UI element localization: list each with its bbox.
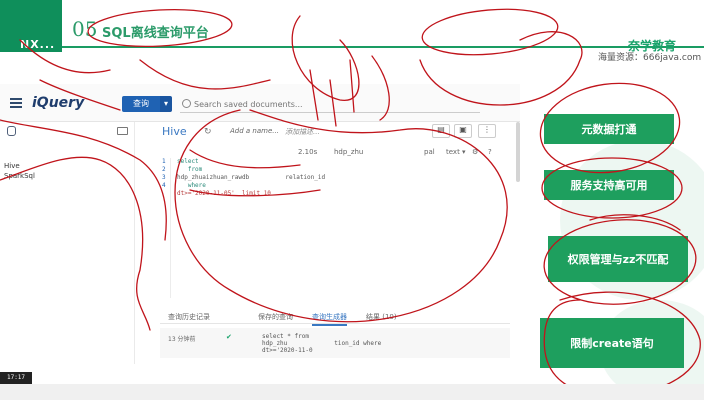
iquery-app: iQuery 查询 ▾ Hive SparkSql Hive ↻ Add a n… — [0, 84, 520, 364]
search-input[interactable] — [194, 97, 474, 111]
line-number: 3 — [162, 174, 166, 181]
more-button[interactable]: ⋮ — [478, 124, 496, 138]
query-button[interactable]: 查询 — [122, 96, 160, 112]
sidebar-item-sparksql[interactable]: SparkSql — [4, 172, 35, 180]
code-line: from — [177, 166, 203, 173]
header-divider — [62, 46, 704, 48]
nx-logo-block: NX... — [0, 0, 62, 52]
code-line: hdp_zhuaizhuan_rawdb relation_id — [177, 174, 326, 181]
search-underline — [180, 112, 480, 113]
code-line: dt>='2020-11-05' limit 10 — [177, 190, 271, 197]
query-dropdown-button[interactable]: ▾ — [160, 96, 172, 112]
video-timestamp: 17:17 56:49 — [0, 372, 32, 393]
format-selector[interactable]: text ▾ — [446, 148, 466, 156]
slide-number: 05 — [72, 17, 98, 41]
slide-title: SQL离线查询平台 — [102, 26, 209, 41]
success-check-icon: ✔ — [226, 333, 232, 341]
database-selector[interactable]: hdp_zhu — [334, 148, 363, 156]
chart-button[interactable]: ▤ — [432, 124, 450, 138]
nx-logo-text: NX... — [20, 38, 56, 51]
editor-engine-label: Hive — [162, 125, 187, 138]
code-line: select — [177, 158, 199, 165]
line-number: 2 — [162, 166, 166, 173]
database-icon[interactable] — [7, 126, 16, 136]
video-progress-bar[interactable] — [0, 384, 704, 400]
feature-permission: 权限管理与zz不匹配 — [548, 236, 688, 282]
folder-icon[interactable] — [117, 127, 128, 135]
elapsed-time: 2.10s — [298, 148, 318, 156]
app-logo: iQuery — [32, 95, 85, 111]
history-sql: select * from hdp_zhu tion_id where dt>=… — [262, 333, 382, 354]
sidebar-item-hive[interactable]: Hive — [4, 162, 20, 170]
app-topbar: iQuery 查询 ▾ — [0, 84, 520, 122]
result-tabs: 查询历史记录 保存的查询 查询生成器 结果 (10) — [160, 310, 510, 326]
brand-subtitle: 海量资源：666java.com — [598, 53, 702, 63]
settings-icon[interactable]: ⚙ — [472, 148, 478, 156]
tab-results[interactable]: 结果 (10) — [366, 312, 397, 322]
feature-limit-create: 限制create语句 — [540, 318, 684, 368]
tab-query-history[interactable]: 查询历史记录 — [168, 312, 210, 322]
line-number: 4 — [162, 182, 166, 189]
history-row[interactable]: 13 分钟前 ✔ select * from hdp_zhu tion_id w… — [160, 328, 510, 358]
slide-header: NX... 05 SQL离线查询平台 奈学教育 海量资源：666java.com — [0, 0, 704, 63]
feature-metadata: 元数据打通 — [544, 114, 674, 144]
search-icon — [182, 99, 191, 108]
feature-high-availability: 服务支持高可用 — [544, 170, 674, 200]
menu-icon[interactable] — [10, 98, 22, 108]
database-selector-suffix: pal — [424, 148, 435, 156]
help-icon[interactable]: ? — [488, 148, 492, 156]
query-name-input[interactable]: Add a name... — [230, 127, 279, 135]
sidebar: Hive SparkSql — [0, 122, 135, 364]
editor-scrollbar[interactable] — [516, 122, 520, 182]
tab-query-builder[interactable]: 查询生成器 — [312, 312, 347, 326]
query-editor: Hive ↻ Add a name... 添加描述... ▤ ▣ ⋮ 2.10s… — [148, 122, 520, 302]
code-line: where — [177, 182, 206, 189]
save-button[interactable]: ▣ — [454, 124, 472, 138]
line-number: 1 — [162, 158, 166, 165]
history-time: 13 分钟前 — [168, 336, 196, 343]
history-icon[interactable]: ↻ — [204, 127, 212, 137]
query-description-input[interactable]: 添加描述... — [285, 127, 320, 137]
code-editor[interactable]: select from hdp_zhuaizhuan_rawdb relatio… — [170, 158, 500, 298]
tab-saved-queries[interactable]: 保存的查询 — [258, 312, 293, 322]
